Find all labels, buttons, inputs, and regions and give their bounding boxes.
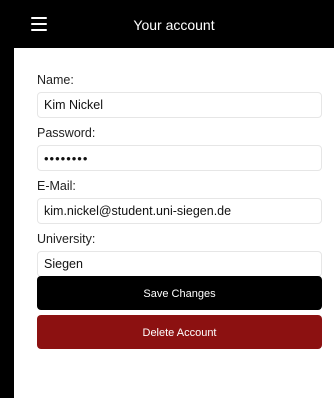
page-title: Your account [133, 17, 215, 33]
university-field[interactable] [37, 251, 322, 277]
name-field[interactable] [37, 92, 322, 118]
email-label: E-Mail: [37, 179, 76, 193]
account-form: Name: Password: E-Mail: University: [37, 72, 322, 284]
university-label: University: [37, 232, 96, 246]
top-navbar: Your account [14, 0, 334, 48]
app-frame: Your account Name: Password: E-Mail: Uni… [0, 0, 334, 398]
save-changes-button[interactable]: Save Changes [37, 276, 322, 310]
account-screen: Your account Name: Password: E-Mail: Uni… [14, 0, 334, 398]
delete-account-button[interactable]: Delete Account [37, 315, 322, 349]
name-label: Name: [37, 73, 74, 87]
email-field[interactable] [37, 198, 322, 224]
left-edge-border [0, 0, 14, 398]
password-label: Password: [37, 126, 96, 140]
password-field[interactable] [37, 145, 322, 171]
